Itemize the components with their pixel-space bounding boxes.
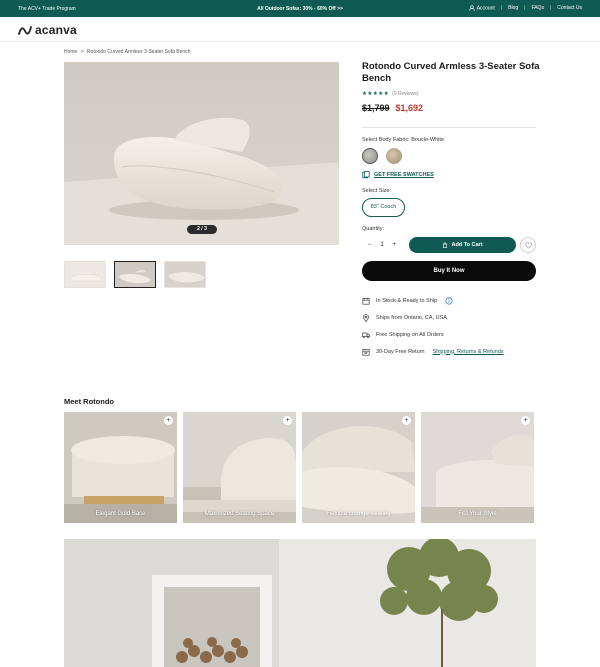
stock-status: In Stock & Ready to Ship <box>362 292 504 309</box>
feature-card[interactable]: + Fits Your Style <box>421 412 534 523</box>
quantity-stepper: − 1 + <box>362 236 402 253</box>
feature-caption: Fits Your Style <box>458 511 497 517</box>
top-nav: Account | Blog | FAQs | Contact Us <box>469 5 582 11</box>
logo-text: acanva <box>35 23 77 37</box>
faqs-link[interactable]: FAQs <box>531 5 544 11</box>
expand-icon[interactable]: + <box>521 416 530 425</box>
feature-card[interactable]: + Elegant Gold Base <box>64 412 177 523</box>
divider: | <box>500 5 503 12</box>
expand-icon[interactable]: + <box>164 416 173 425</box>
price-row: $1,799 $1,692 <box>362 103 423 113</box>
quantity-increase-button[interactable]: + <box>392 242 396 248</box>
sofa-image <box>64 62 339 245</box>
sale-price: $1,692 <box>395 103 424 113</box>
rating[interactable]: ★★★★★ (9 Reviews) <box>362 91 419 97</box>
feature-caption: Flexible Lounge Seating <box>326 511 391 517</box>
fabric-label: Select Body Fabric: Boucle-White <box>362 137 444 143</box>
feature-card[interactable]: + Maximized Seating Space <box>183 412 296 523</box>
ships-from: Ships from Ontario, CA, USA <box>362 309 504 326</box>
account-link[interactable]: Account <box>469 5 495 11</box>
feature-image <box>64 412 177 523</box>
announcement-bar: The ACV+ Trade Program All Outdoor Sofas… <box>0 0 600 17</box>
free-return: 30-Day Free Return Shipping, Returns & R… <box>362 343 504 360</box>
breadcrumb-separator: > <box>80 49 84 55</box>
expand-icon[interactable]: + <box>402 416 411 425</box>
feature-image <box>421 412 534 523</box>
size-label: Select Size: <box>362 188 392 194</box>
section-title: Meet Rotondo <box>64 397 114 406</box>
feature-caption: Maximized Seating Space <box>204 511 275 517</box>
heart-icon <box>524 241 532 249</box>
quantity-value[interactable]: 1 <box>380 242 383 248</box>
swatch-boucle-beige[interactable] <box>386 148 402 164</box>
blog-link[interactable]: Blog <box>508 5 518 11</box>
lifestyle-banner-image <box>64 539 536 667</box>
fabric-swatches <box>362 148 402 164</box>
user-icon <box>469 5 475 11</box>
location-pin-icon <box>363 313 369 322</box>
shipping-returns-link[interactable]: Shipping, Returns & Refunds <box>433 349 504 355</box>
original-price: $1,799 <box>362 103 390 113</box>
size-option-83-couch[interactable]: 83" Couch <box>362 198 405 217</box>
review-count: (9 Reviews) <box>392 91 419 97</box>
breadcrumb-home[interactable]: Home <box>64 49 77 55</box>
product-title: Rotondo Curved Armless 3-Seater Sofa Ben… <box>362 61 540 84</box>
feature-image <box>183 412 296 523</box>
star-rating-icon: ★★★★★ <box>362 91 390 97</box>
free-swatches-link[interactable]: GET FREE SWATCHES <box>362 171 434 179</box>
feature-caption: Elegant Gold Base <box>95 511 146 517</box>
swatch-book-icon <box>362 171 370 179</box>
divider: | <box>549 5 552 12</box>
quantity-label: Quantity: <box>362 226 385 232</box>
free-shipping: Free Shipping on All Orders <box>362 326 504 343</box>
quantity-decrease-button[interactable]: − <box>368 242 372 248</box>
truck-icon <box>362 332 370 338</box>
breadcrumb: Home > Rotondo Curved Armless 3-Seater S… <box>64 49 192 55</box>
thumbnail-strip <box>64 261 206 288</box>
feature-card[interactable]: + Flexible Lounge Seating <box>302 412 415 523</box>
expand-icon[interactable]: + <box>283 416 292 425</box>
thumbnail-3[interactable] <box>164 261 206 288</box>
room-scene-image <box>64 539 536 667</box>
logo-mark-icon <box>18 25 32 35</box>
thumbnail-1[interactable] <box>64 261 106 288</box>
shipping-info-list: In Stock & Ready to Ship Ships from Onta… <box>362 292 504 360</box>
image-counter: 2 / 3 <box>187 225 217 234</box>
swatch-boucle-white[interactable] <box>362 148 378 164</box>
product-main-image[interactable]: 2 / 3 <box>64 62 339 245</box>
calendar-icon <box>362 297 370 305</box>
divider: | <box>524 5 526 12</box>
buy-now-button[interactable]: Buy It Now <box>362 261 536 281</box>
return-calendar-icon <box>362 348 370 356</box>
logo[interactable]: acanva <box>18 23 77 37</box>
site-header: acanva <box>0 17 600 42</box>
feature-image <box>302 412 415 523</box>
thumbnail-2[interactable] <box>114 261 156 288</box>
add-to-cart-button[interactable]: Add To Cart <box>409 237 516 253</box>
breadcrumb-current: Rotondo Curved Armless 3-Seater Sofa Ben… <box>87 49 191 55</box>
wishlist-button[interactable] <box>520 237 536 253</box>
divider <box>362 127 536 128</box>
feature-cards: + Elegant Gold Base + Maximized Seating … <box>64 412 534 523</box>
contact-link[interactable]: Contact Us <box>557 5 582 11</box>
bag-icon <box>443 242 448 248</box>
info-icon[interactable] <box>445 296 453 305</box>
